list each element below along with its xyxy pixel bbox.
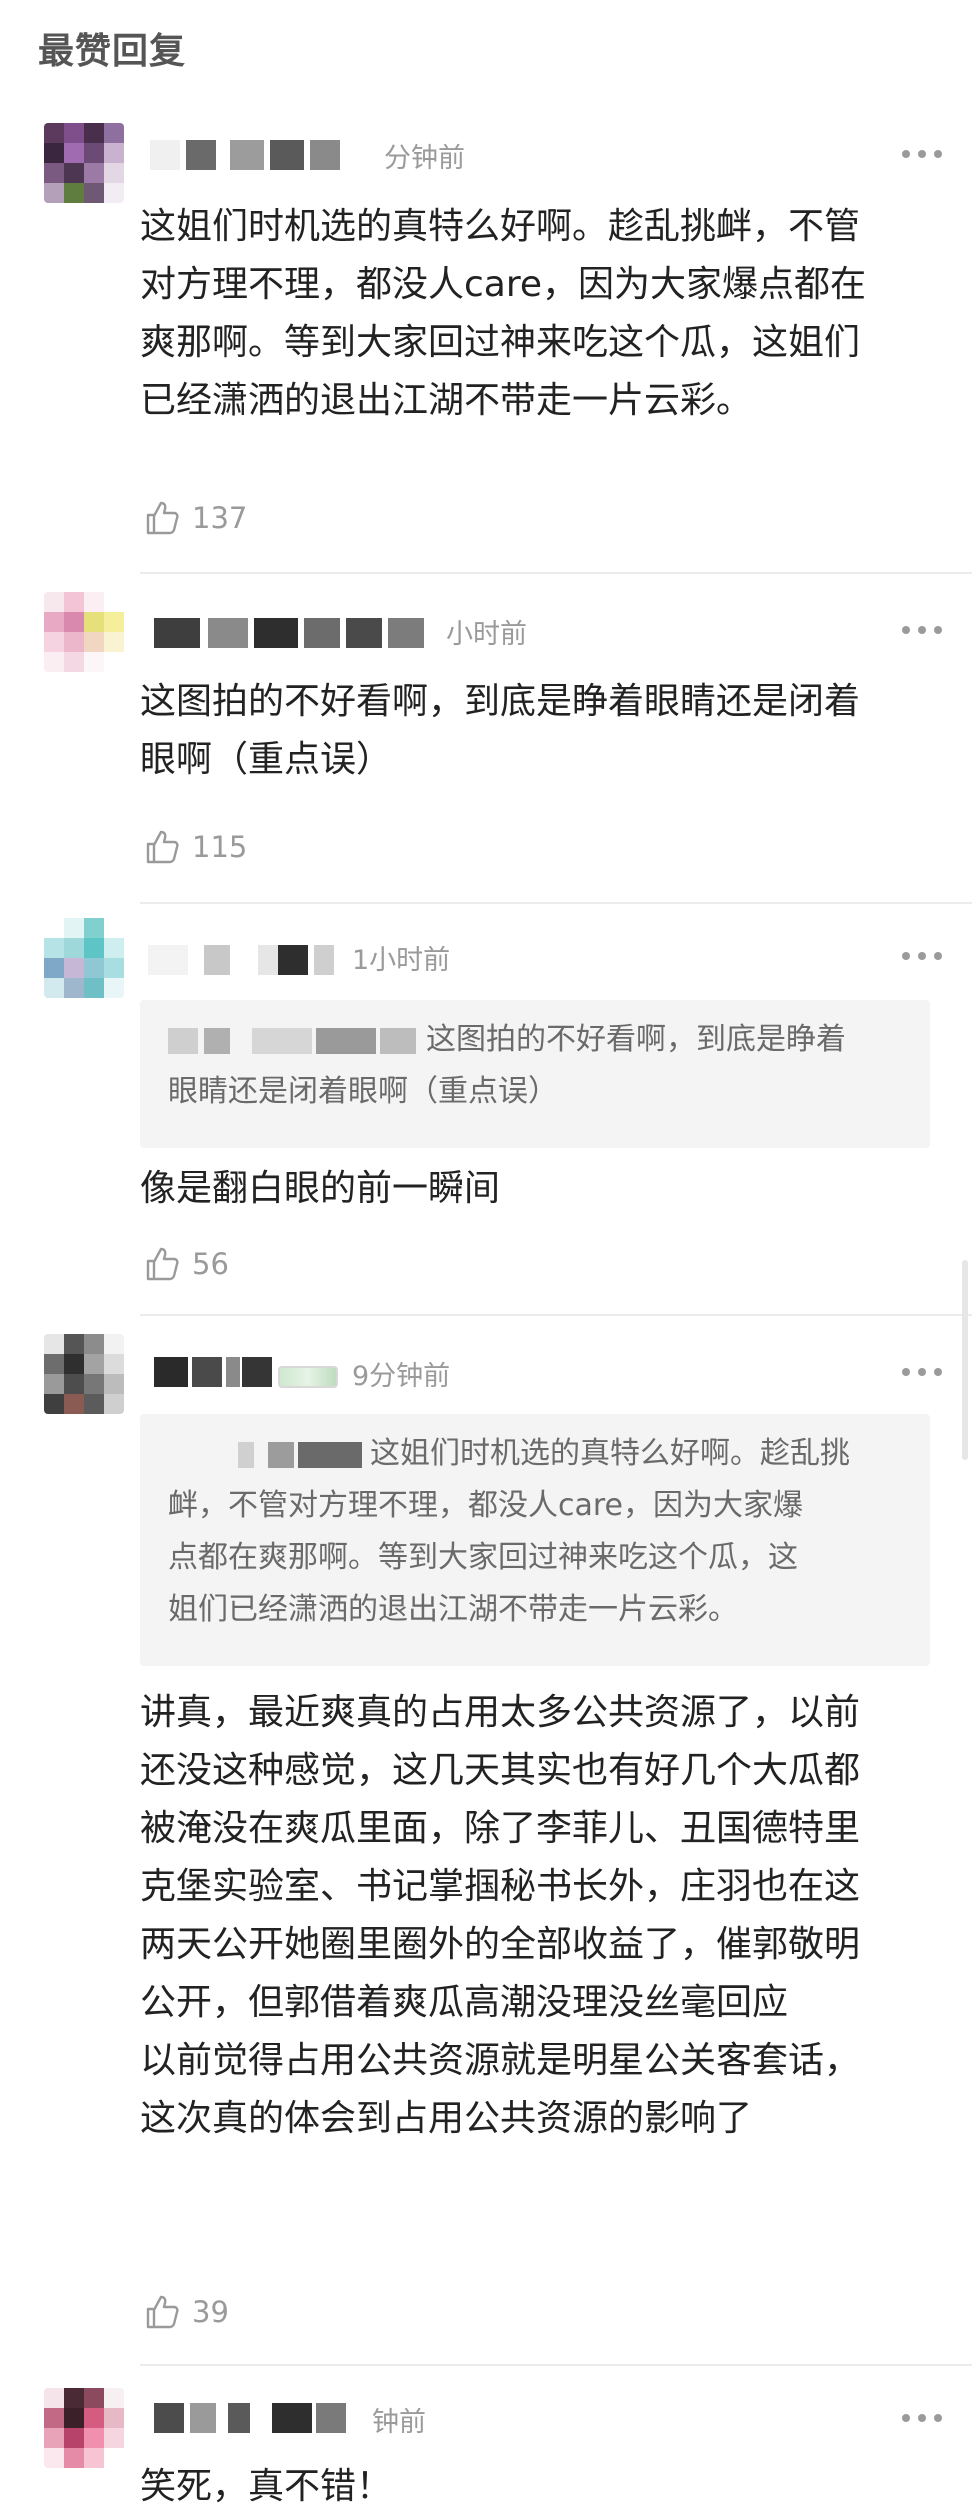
like-count: 39 xyxy=(192,2295,229,2329)
scrollbar[interactable] xyxy=(962,1260,968,1460)
comment-text: 像是翻白眼的前一瞬间 xyxy=(140,1168,501,1209)
comment-time: 分钟前 xyxy=(384,143,465,174)
divider xyxy=(140,902,972,904)
quoted-username-blurred xyxy=(168,1027,418,1054)
quoted-reply[interactable]: 这图拍的不好看啊，到底是睁着 眼睛还是闭着眼啊（重点误） xyxy=(140,1000,930,1148)
quoted-username-blurred xyxy=(168,1441,364,1468)
like-count: 115 xyxy=(192,830,248,864)
thumbs-up-icon xyxy=(146,501,179,535)
comment-time: 钟前 xyxy=(372,2407,426,2438)
user-badge-blurred xyxy=(278,1366,338,1388)
comment-time: 1小时前 xyxy=(352,945,451,976)
avatar[interactable] xyxy=(44,123,124,203)
comment-text: 这图拍的不好看啊，到底是睁着眼睛还是闭着 眼啊（重点误） xyxy=(140,681,861,780)
avatar[interactable] xyxy=(44,918,124,998)
divider xyxy=(140,2364,972,2366)
more-options-icon[interactable] xyxy=(902,950,942,962)
more-options-icon[interactable] xyxy=(902,2412,942,2424)
avatar[interactable] xyxy=(44,592,124,672)
avatar[interactable] xyxy=(44,1334,124,1414)
thumbs-up-icon xyxy=(146,830,179,864)
thumbs-up-icon xyxy=(146,2295,179,2329)
section-title: 最赞回复 xyxy=(38,31,187,72)
like-button[interactable]: 115 xyxy=(142,827,247,867)
more-options-icon[interactable] xyxy=(902,148,942,160)
like-button[interactable]: 137 xyxy=(142,498,247,538)
username-blurred[interactable] xyxy=(148,945,348,975)
username-blurred[interactable] xyxy=(154,2403,374,2433)
like-button[interactable]: 39 xyxy=(142,2292,229,2332)
comment-text: 讲真，最近爽真的占用太多公共资源了，以前 还没这种感觉，这几天其实也有好几个大瓜都… xyxy=(140,1692,861,2139)
divider xyxy=(140,572,972,574)
comment-text: 笑死，真不错！ xyxy=(140,2466,393,2507)
more-options-icon[interactable] xyxy=(902,1366,942,1378)
comment-text: 这姐们时机选的真特么好啊。趁乱挑衅，不管 对方理不理，都没人care，因为大家爆点… xyxy=(140,206,867,421)
quoted-reply[interactable]: 这姐们时机选的真特么好啊。趁乱挑 衅，不管对方理不理，都没人care，因为大家爆… xyxy=(140,1414,930,1666)
like-count: 56 xyxy=(192,1247,229,1281)
like-button[interactable]: 56 xyxy=(142,1244,229,1284)
more-options-icon[interactable] xyxy=(902,624,942,636)
like-count: 137 xyxy=(192,501,248,535)
comment-time: 小时前 xyxy=(446,619,527,650)
comment-time: 9分钟前 xyxy=(352,1361,451,1392)
divider xyxy=(140,1314,972,1316)
avatar[interactable] xyxy=(44,2388,124,2468)
username-blurred[interactable] xyxy=(150,140,340,170)
username-blurred[interactable] xyxy=(154,618,424,648)
username-blurred[interactable] xyxy=(154,1357,274,1387)
thumbs-up-icon xyxy=(146,1247,179,1281)
